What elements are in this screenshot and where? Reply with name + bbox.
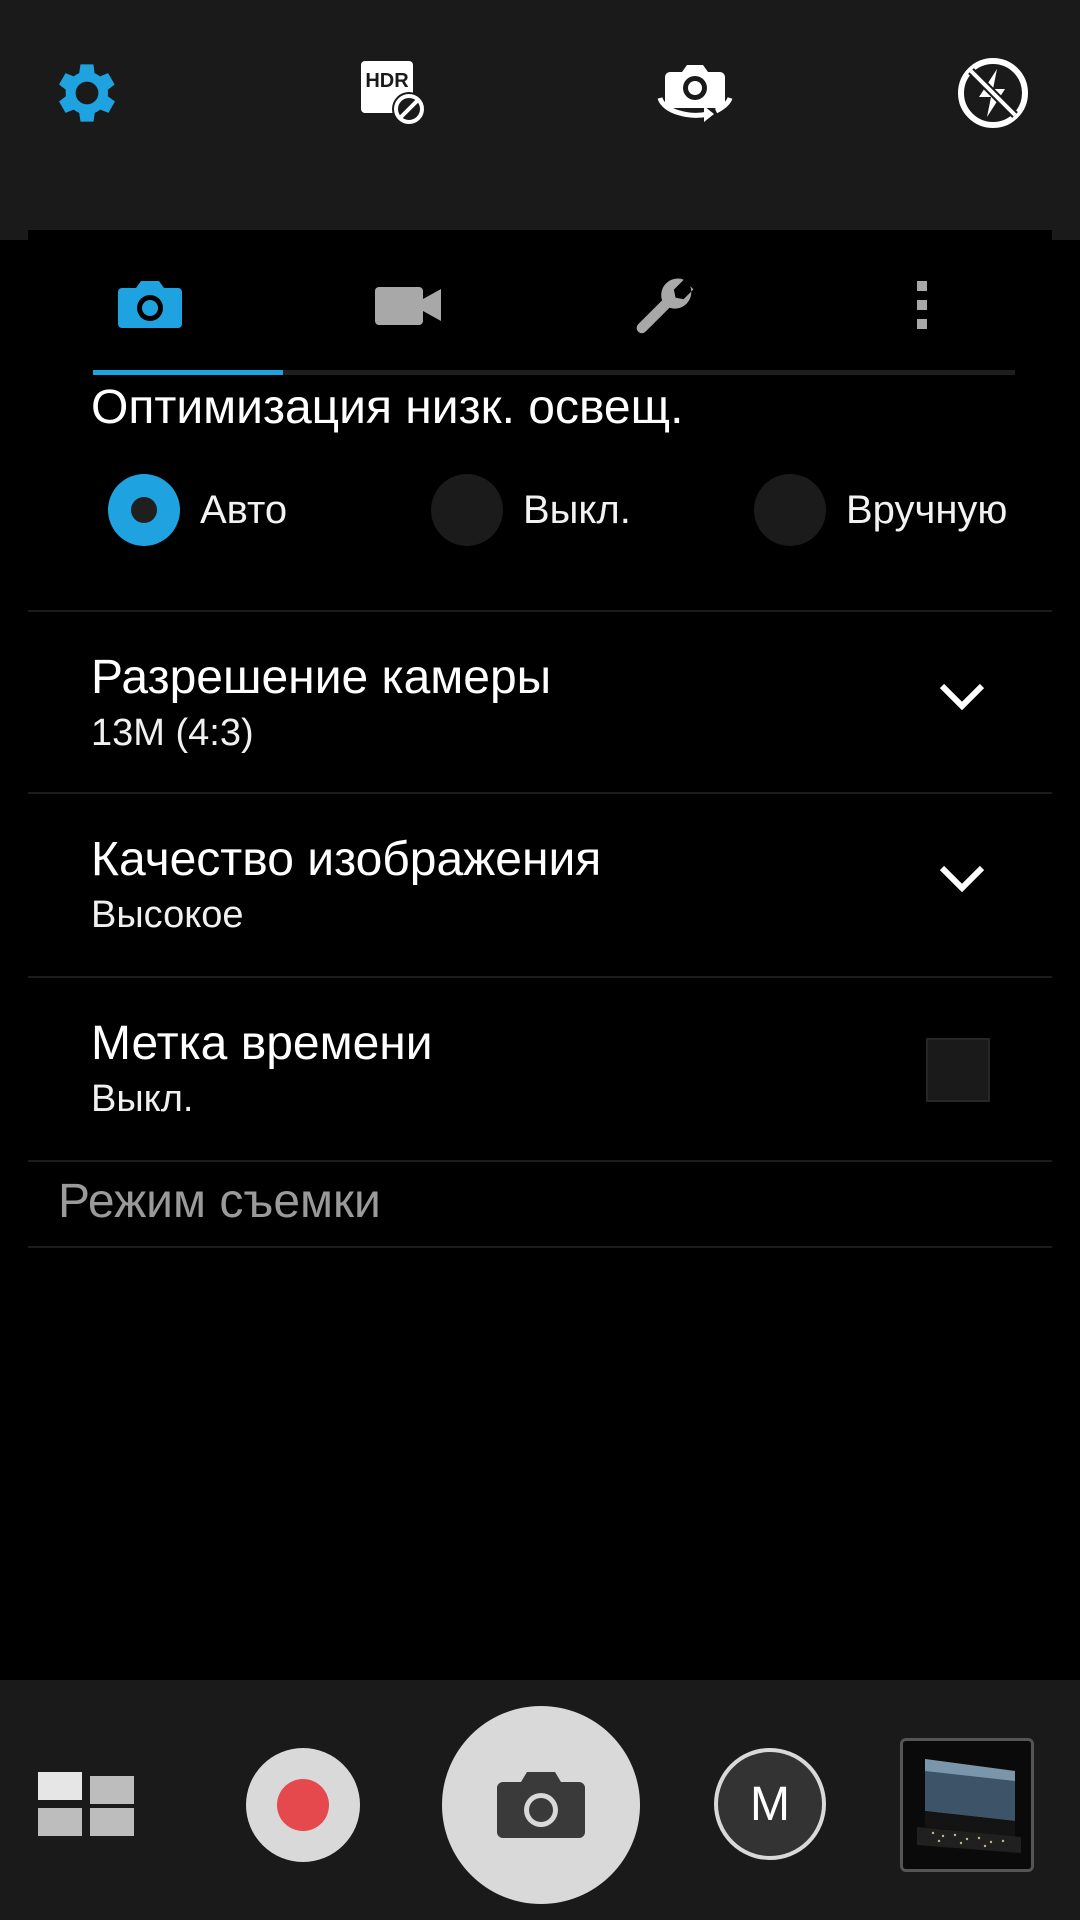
more-vertical-icon xyxy=(917,281,927,329)
radio-manual[interactable]: Вручную xyxy=(754,470,1007,550)
radio-manual-label: Вручную xyxy=(846,487,1008,532)
record-button[interactable] xyxy=(246,1748,360,1862)
wrench-icon xyxy=(636,278,694,334)
setting-value: 13M (4:3) xyxy=(91,712,254,754)
shooting-mode-header: Режим съемки xyxy=(58,1175,381,1228)
grid-icon[interactable] xyxy=(38,1772,138,1840)
hdr-off-icon[interactable]: HDR xyxy=(348,48,438,138)
video-camera-icon xyxy=(375,287,441,325)
setting-title: Метка времени xyxy=(91,1017,433,1070)
tab-indicator xyxy=(93,370,283,375)
tab-video[interactable] xyxy=(348,260,468,350)
tab-tools[interactable] xyxy=(604,260,724,350)
flash-off-icon[interactable] xyxy=(948,48,1038,138)
tab-photo[interactable] xyxy=(90,260,210,350)
gear-icon[interactable] xyxy=(42,48,132,138)
radio-off-label: Выкл. xyxy=(523,487,631,532)
setting-camera-resolution[interactable]: Разрешение камеры 13M (4:3) xyxy=(28,612,1052,792)
setting-value: Высокое xyxy=(91,894,244,936)
camera-icon xyxy=(497,1772,585,1838)
top-toolbar: HDR xyxy=(0,0,1080,240)
setting-image-quality[interactable]: Качество изображения Высокое xyxy=(28,794,1052,974)
timestamp-checkbox[interactable] xyxy=(926,1038,990,1102)
radio-selected-icon xyxy=(108,474,180,546)
divider xyxy=(28,1160,1052,1162)
switch-camera-icon[interactable] xyxy=(650,48,740,138)
low-light-options: Авто Выкл. Вручную xyxy=(28,470,1052,590)
setting-timestamp[interactable]: Метка времени Выкл. xyxy=(28,978,1052,1158)
bottom-toolbar: M xyxy=(0,1680,1080,1920)
shutter-button[interactable] xyxy=(442,1706,640,1904)
mode-button[interactable]: M xyxy=(714,1748,826,1860)
svg-text:HDR: HDR xyxy=(365,70,409,92)
setting-value: Выкл. xyxy=(91,1078,194,1120)
tab-more[interactable] xyxy=(862,260,982,350)
chevron-down-icon[interactable] xyxy=(932,849,992,909)
chevron-down-icon[interactable] xyxy=(932,667,992,727)
radio-auto-label: Авто xyxy=(200,487,288,532)
record-icon xyxy=(277,1779,329,1831)
settings-panel: Оптимизация низк. освещ. Авто Выкл. Вруч… xyxy=(28,230,1052,1248)
setting-title: Качество изображения xyxy=(91,833,602,886)
divider xyxy=(28,1246,1052,1248)
camera-icon xyxy=(118,281,182,328)
gallery-thumbnail[interactable] xyxy=(900,1738,1034,1872)
radio-unselected-icon xyxy=(431,474,503,546)
radio-auto[interactable]: Авто xyxy=(108,470,287,550)
settings-tabs xyxy=(28,230,1052,375)
radio-off[interactable]: Выкл. xyxy=(431,470,631,550)
setting-title: Разрешение камеры xyxy=(91,651,552,704)
radio-unselected-icon xyxy=(754,474,826,546)
low-light-title: Оптимизация низк. освещ. xyxy=(91,381,684,434)
